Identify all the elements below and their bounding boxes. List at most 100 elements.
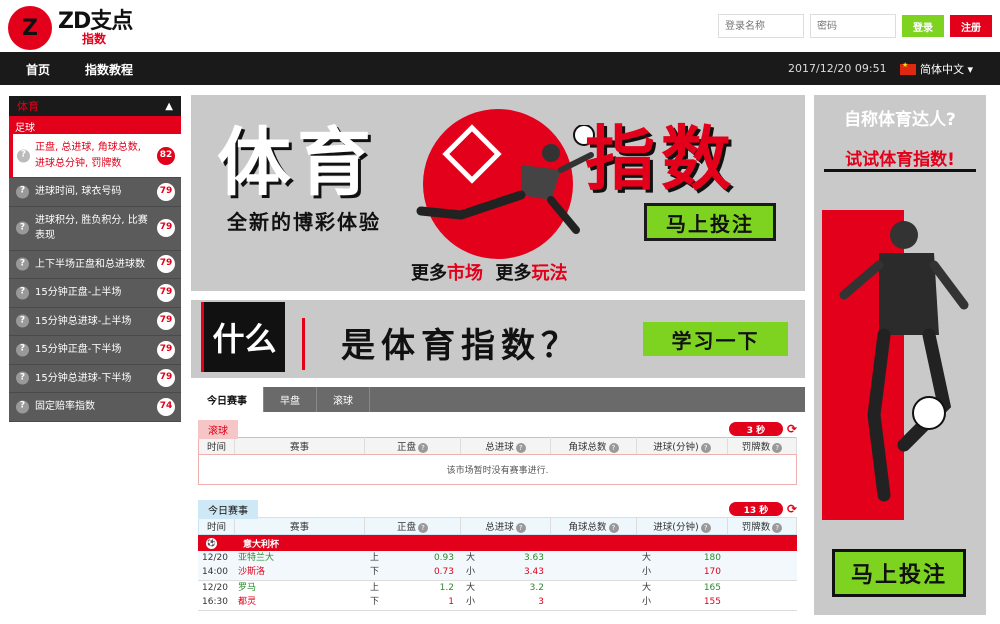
tagline-play: 玩法 bbox=[531, 263, 568, 284]
sidebar-item[interactable]: ? 15分钟总进球-上半场 79 bbox=[9, 308, 181, 336]
sidebar-category-header[interactable]: 体育 ▲ bbox=[9, 96, 181, 116]
goal-minutes-odds[interactable]: 大 165 小 155 bbox=[636, 582, 727, 608]
match-time: 12/20 14:00 bbox=[198, 552, 234, 578]
odds-value: 0.93 bbox=[433, 553, 454, 564]
col-header: 进球(分钟)? bbox=[636, 517, 728, 535]
side-banner-line1: 自称体育达人? bbox=[844, 110, 956, 130]
help-icon[interactable]: ? bbox=[772, 443, 783, 453]
col-header-label: 正盘 bbox=[396, 522, 416, 533]
promo-banner-main[interactable]: 体育 指数 全新的博彩体验 马上投注 更多市场 更多玩法 bbox=[191, 95, 805, 291]
odds-side: 下 bbox=[370, 566, 380, 577]
refresh-icon[interactable]: ⟳ bbox=[787, 422, 797, 436]
league-header[interactable]: ⚽ 意大利杯 bbox=[198, 535, 797, 551]
site-logo[interactable]: Z ZD支点 指数 bbox=[8, 6, 133, 50]
match-date: 12/20 bbox=[202, 553, 228, 564]
count-badge: 79 bbox=[157, 219, 175, 237]
help-icon[interactable]: ? bbox=[700, 443, 711, 453]
today-section: 今日赛事 13 秒 ⟳ 时间 赛事 正盘? 总进球? 角球总数? 进球(分钟)?… bbox=[198, 499, 797, 611]
help-icon[interactable]: ? bbox=[16, 314, 29, 328]
banner-title-right: 指数 bbox=[585, 118, 737, 200]
total-goals-odds[interactable]: 大 3.2 小 3 bbox=[460, 582, 550, 608]
help-icon[interactable]: ? bbox=[515, 443, 526, 453]
match-row[interactable]: 12/20 16:30 罗马 都灵 上 1.2 下 1 大 3.2 小 3 大 165 小 15… bbox=[198, 581, 797, 611]
col-header: 时间 bbox=[198, 437, 235, 455]
help-icon[interactable]: ? bbox=[772, 523, 783, 533]
banner-subtitle: 全新的博彩体验 bbox=[227, 210, 381, 234]
side-banner-divider bbox=[824, 169, 976, 172]
help-icon[interactable]: ? bbox=[16, 221, 29, 235]
register-button[interactable]: 注册 bbox=[950, 15, 992, 37]
learn-more-button[interactable]: 学习一下 bbox=[643, 322, 788, 356]
nav-index-tutorial[interactable]: 指数教程 bbox=[85, 61, 133, 78]
help-icon[interactable]: ? bbox=[418, 523, 428, 533]
col-header-label: 进球(分钟) bbox=[653, 522, 699, 533]
help-icon[interactable]: ? bbox=[608, 523, 619, 533]
col-header: 罚牌数? bbox=[727, 517, 797, 535]
help-icon[interactable]: ? bbox=[17, 149, 30, 162]
soccer-ball-icon: ⚽ bbox=[206, 537, 217, 549]
odds-side: 上 bbox=[370, 583, 380, 594]
today-section-label: 今日赛事 bbox=[198, 499, 258, 519]
match-clock: 14:00 bbox=[202, 566, 228, 577]
help-icon[interactable]: ? bbox=[16, 286, 29, 300]
side-bet-now-button[interactable]: 马上投注 bbox=[832, 549, 966, 597]
col-header-label: 进球(分钟) bbox=[653, 442, 699, 453]
language-label: 简体中文 ▾ bbox=[920, 63, 974, 76]
banner-title-left: 体育 bbox=[217, 120, 377, 206]
banner-tagline: 更多市场 更多玩法 bbox=[411, 259, 568, 285]
sidebar-item-label: 正盘, 总进球, 角球总数, 进球总分钟, 罚牌数 bbox=[35, 142, 141, 169]
match-date: 12/20 bbox=[202, 583, 228, 594]
sidebar-item[interactable]: ? 15分钟正盘-下半场 79 bbox=[9, 336, 181, 365]
sidebar-item-label: 15分钟正盘-下半场 bbox=[35, 344, 122, 355]
odds-value: 3 bbox=[538, 596, 544, 607]
sidebar-item[interactable]: ? 进球积分, 胜负积分, 比赛表现 79 bbox=[9, 207, 181, 251]
help-icon[interactable]: ? bbox=[16, 257, 29, 271]
sidebar-item[interactable]: ? 固定赔率指数 74 bbox=[9, 393, 181, 422]
promo-banner-learn[interactable]: 什么 是体育指数？ 学习一下 bbox=[191, 300, 805, 378]
sidebar-subcategory[interactable]: 足球 bbox=[9, 116, 181, 134]
sidebar-item[interactable]: ? 15分钟正盘-上半场 79 bbox=[9, 279, 181, 308]
refresh-icon[interactable]: ⟳ bbox=[787, 502, 797, 516]
help-icon[interactable]: ? bbox=[16, 400, 29, 414]
current-datetime: 2017/12/20 09:51 bbox=[788, 62, 887, 75]
odds-value: 155 bbox=[703, 596, 721, 607]
help-icon[interactable]: ? bbox=[16, 343, 29, 357]
soccer-player-illustration bbox=[839, 221, 969, 502]
sidebar-item-label: 15分钟总进球-下半场 bbox=[35, 372, 132, 384]
handicap-odds[interactable]: 上 0.93 下 0.73 bbox=[364, 552, 460, 578]
total-goals-odds[interactable]: 大 3.63 小 3.43 bbox=[460, 552, 550, 578]
password-input[interactable] bbox=[810, 14, 896, 38]
live-table: 时间 赛事 正盘? 总进球? 角球总数? 进球(分钟)? 罚牌数? 该市场暂时没… bbox=[198, 437, 797, 485]
odds-side: 小 bbox=[642, 596, 652, 607]
help-icon[interactable]: ? bbox=[16, 371, 29, 385]
help-icon[interactable]: ? bbox=[515, 523, 526, 533]
col-header-label: 角球总数 bbox=[568, 442, 607, 453]
sidebar-item[interactable]: ? 正盘, 总进球, 角球总数, 进球总分钟, 罚牌数 82 bbox=[9, 134, 181, 178]
tab-early[interactable]: 早盘 bbox=[264, 387, 317, 412]
chevron-up-icon[interactable]: ▲ bbox=[165, 101, 173, 112]
sidebar-item[interactable]: ? 进球时间, 球衣号码 79 bbox=[9, 178, 181, 207]
help-icon[interactable]: ? bbox=[16, 185, 29, 199]
match-row[interactable]: 12/20 14:00 亚特兰大 沙斯洛 上 0.93 下 0.73 大 3.63 小 3.… bbox=[198, 551, 797, 581]
refresh-timer: 13 秒 bbox=[728, 502, 783, 516]
help-icon[interactable]: ? bbox=[418, 443, 428, 453]
league-name: 意大利杯 bbox=[243, 539, 280, 550]
match-time: 12/20 16:30 bbox=[198, 582, 234, 608]
sidebar-item[interactable]: ? 15分钟总进球-下半场 79 bbox=[9, 365, 181, 393]
odds-value: 1 bbox=[448, 596, 454, 607]
sidebar-item[interactable]: ? 上下半场正盘和总进球数 79 bbox=[9, 251, 181, 279]
language-selector[interactable]: 简体中文 ▾ bbox=[900, 61, 973, 77]
goal-minutes-odds[interactable]: 大 180 小 170 bbox=[636, 552, 727, 578]
help-icon[interactable]: ? bbox=[608, 443, 619, 453]
handicap-odds[interactable]: 上 1.2 下 1 bbox=[364, 582, 460, 608]
login-button[interactable]: 登录 bbox=[902, 15, 944, 37]
odds-value: 170 bbox=[703, 566, 721, 577]
tab-live[interactable]: 滚球 bbox=[317, 387, 370, 412]
username-input[interactable] bbox=[718, 14, 804, 38]
help-icon[interactable]: ? bbox=[700, 523, 711, 533]
promo-side-banner[interactable]: 自称体育达人? 试试体育指数! 马上投注 bbox=[814, 95, 986, 615]
away-team: 沙斯洛 bbox=[238, 566, 266, 577]
nav-home[interactable]: 首页 bbox=[26, 61, 50, 78]
tab-today[interactable]: 今日赛事 bbox=[191, 387, 264, 412]
bet-now-button[interactable]: 马上投注 bbox=[644, 203, 776, 241]
